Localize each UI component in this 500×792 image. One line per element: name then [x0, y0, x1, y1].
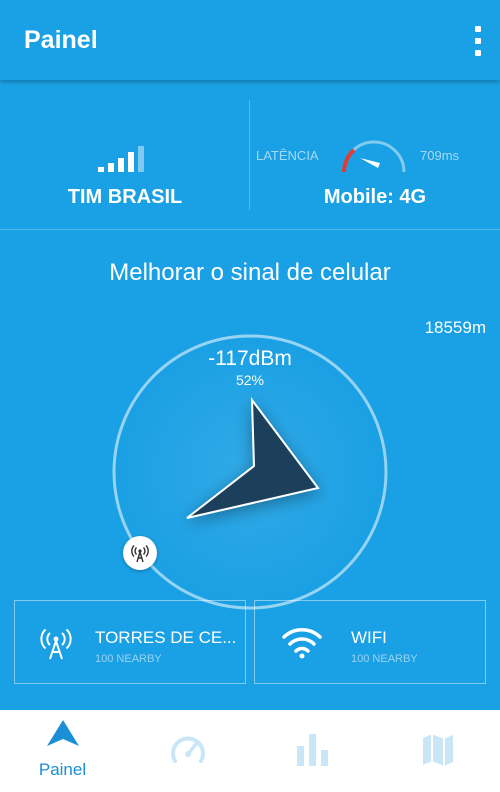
wifi-title: WIFI — [351, 628, 387, 647]
wifi-icon — [282, 628, 322, 659]
headline: Melhorar o sinal de celular — [109, 259, 391, 286]
wifi-count: 100 NEARBY — [351, 653, 418, 665]
bar-chart-icon — [296, 734, 328, 766]
bottom-navigation: Painel — [0, 710, 500, 792]
tower-distance: 18559m — [424, 318, 486, 337]
cell-towers-count: 100 NEARBY — [95, 653, 162, 665]
wifi-card[interactable]: WIFI 100 NEARBY — [254, 600, 486, 684]
app-bar: Painel — [0, 0, 500, 80]
tab-speed-test[interactable] — [125, 710, 250, 792]
page-title: Painel — [24, 26, 98, 54]
navigation-arrow-icon — [46, 720, 79, 746]
carrier-name: TIM BRASIL — [67, 186, 183, 208]
cell-tower-icon — [40, 628, 72, 660]
tab-painel[interactable]: Painel — [0, 710, 125, 792]
tower-marker[interactable] — [123, 536, 157, 570]
network-type: Mobile: 4G — [323, 186, 427, 208]
overflow-menu-icon[interactable] — [468, 24, 488, 58]
tab-statistics[interactable] — [250, 710, 375, 792]
cell-tower-icon — [131, 545, 149, 563]
signal-strength-dbm: -117dBm — [208, 347, 292, 370]
latency-gauge-icon — [342, 140, 406, 173]
signal-strength-percent: 52% — [235, 372, 265, 388]
cell-towers-card[interactable]: TORRES DE CE... 100 NEARBY — [14, 600, 246, 684]
latency-label: LATÊNCIA — [256, 148, 319, 163]
map-icon — [422, 734, 453, 766]
latency-value: 709ms — [420, 148, 460, 163]
tab-map[interactable] — [375, 710, 500, 792]
speedometer-icon — [170, 736, 205, 763]
cell-towers-title: TORRES DE CE... — [95, 628, 237, 647]
tab-painel-label: Painel — [38, 760, 87, 779]
signal-bars-icon — [98, 146, 144, 172]
